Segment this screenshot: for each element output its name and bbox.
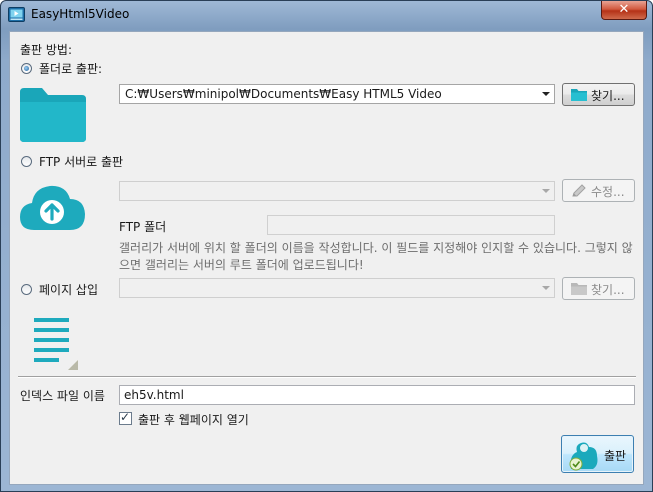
radio-publish-folder[interactable] — [21, 63, 32, 74]
cloud-upload-icon — [20, 185, 85, 230]
ftp-edit-label: 수정... — [591, 185, 625, 199]
ftp-folder-input[interactable] — [267, 215, 555, 235]
publish-button[interactable]: 출판 — [561, 435, 634, 473]
check-icon: ✓ — [120, 410, 131, 424]
publish-label: 출판 — [604, 449, 627, 463]
document-icon — [34, 318, 78, 370]
publish-method-label: 출판 방법: — [20, 43, 73, 57]
folder-path-combo[interactable]: C:₩Users₩minipol₩Documents₩Easy HTML5 Vi… — [119, 84, 555, 104]
dialog-body: 출판 방법: 폴더로 출판: C:₩Users₩minipol₩Document… — [9, 31, 644, 485]
close-button[interactable]: ✕ — [601, 1, 647, 20]
radio-publish-ftp[interactable] — [21, 156, 32, 167]
page-select-combo[interactable] — [119, 278, 555, 298]
ftp-folder-hint: 갤러리가 서버에 위치 할 폴더의 이름을 작성합니다. 이 필드를 지정해야 … — [119, 241, 633, 272]
page-browse-button[interactable]: 찾기... — [562, 277, 635, 300]
open-after-label[interactable]: 출판 후 웹페이지 열기 — [138, 411, 249, 428]
folder-browse-label: 찾기... — [591, 89, 625, 103]
folder-icon — [571, 283, 587, 295]
open-after-checkbox[interactable]: ✓ — [119, 410, 132, 425]
separator — [18, 376, 636, 378]
publish-ftp-label[interactable]: FTP 서버로 출판 — [39, 153, 123, 170]
chevron-down-icon[interactable] — [542, 286, 550, 290]
index-file-value: eh5v.html — [124, 388, 184, 402]
index-file-label: 인덱스 파일 이름 — [20, 389, 105, 403]
insert-page-label[interactable]: 페이지 삽입 — [39, 281, 98, 298]
window-title: EasyHtml5Video — [31, 7, 130, 21]
ftp-server-combo[interactable] — [119, 181, 555, 201]
radio-insert-page[interactable] — [21, 284, 32, 295]
chevron-down-icon[interactable] — [542, 92, 550, 96]
close-icon: ✕ — [618, 2, 630, 17]
publish-icon — [569, 442, 598, 471]
folder-icon — [571, 89, 587, 101]
ftp-folder-label: FTP 폴더 — [119, 220, 167, 234]
title-bar[interactable]: EasyHtml5Video ✕ — [1, 1, 652, 29]
folder-path-value: C:₩Users₩minipol₩Documents₩Easy HTML5 Vi… — [125, 87, 442, 101]
folder-icon — [20, 88, 86, 142]
app-icon — [8, 7, 25, 22]
publish-folder-label[interactable]: 폴더로 출판: — [39, 60, 102, 77]
main-window: EasyHtml5Video ✕ 출판 방법: 폴더로 출판: C:₩Users… — [0, 0, 653, 492]
pencil-icon — [572, 184, 586, 197]
page-browse-label: 찾기... — [591, 283, 625, 297]
index-file-input[interactable]: eh5v.html — [119, 385, 635, 405]
chevron-down-icon[interactable] — [542, 189, 550, 193]
ftp-edit-button[interactable]: 수정... — [562, 179, 635, 202]
folder-browse-button[interactable]: 찾기... — [562, 83, 635, 106]
